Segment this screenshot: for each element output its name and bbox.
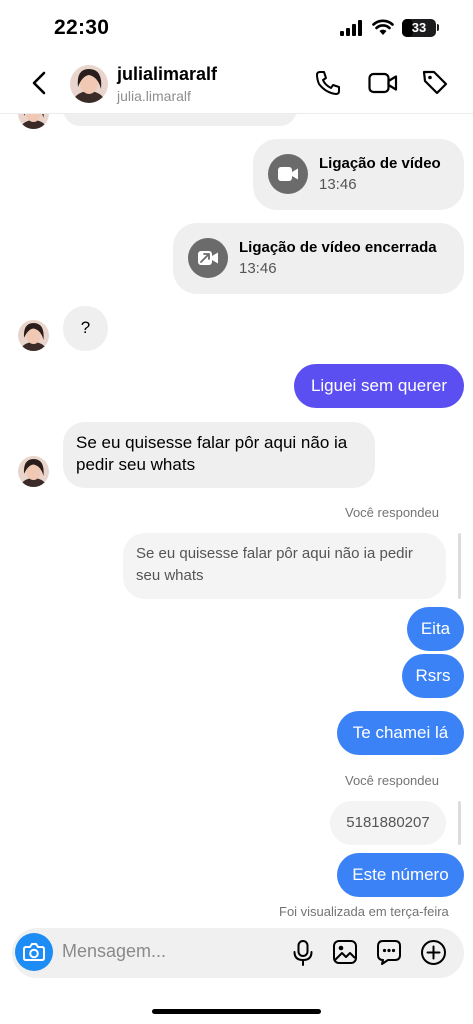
wifi-icon bbox=[372, 19, 394, 35]
contact-name[interactable]: julialimaralf bbox=[117, 64, 217, 85]
message-bubble-sent[interactable]: Eita bbox=[407, 607, 464, 651]
reply-quote[interactable]: 5181880207 bbox=[330, 801, 446, 845]
seen-status: Foi visualizada em terça-feira bbox=[279, 904, 449, 919]
video-camera-icon[interactable] bbox=[368, 70, 398, 96]
replied-label: Você respondeu bbox=[345, 505, 439, 520]
reply-quote-line: seu whats bbox=[136, 567, 204, 584]
message-text-line: pedir seu whats bbox=[76, 455, 196, 474]
message-text: ? bbox=[80, 318, 91, 337]
back-icon[interactable] bbox=[28, 68, 52, 98]
message-text: Eita bbox=[420, 619, 451, 638]
gallery-icon[interactable] bbox=[332, 939, 358, 965]
reply-quote[interactable]: Se eu quisesse falar pôr aqui não ia ped… bbox=[123, 533, 446, 599]
avatar[interactable] bbox=[70, 65, 108, 103]
home-indicator bbox=[152, 1009, 321, 1014]
message-bubble-sent[interactable]: Este número bbox=[337, 853, 464, 897]
reply-quote-line: 5181880207 bbox=[346, 814, 430, 831]
message-bubble-sent[interactable]: Rsrs bbox=[402, 654, 464, 698]
video-call-ended-card[interactable]: Ligação de vídeo encerrada 13:46 bbox=[173, 223, 464, 294]
phone-icon[interactable] bbox=[314, 69, 342, 97]
video-call-card[interactable]: Ligação de vídeo 13:46 bbox=[253, 139, 464, 210]
message-bubble-sent[interactable]: Te chamei lá bbox=[337, 711, 464, 755]
reply-bar bbox=[458, 533, 461, 599]
video-call-ended-icon bbox=[188, 238, 228, 278]
message-text: Te chamei lá bbox=[352, 723, 449, 742]
tag-icon[interactable] bbox=[421, 68, 449, 96]
avatar[interactable] bbox=[18, 320, 49, 351]
message-bubble[interactable]: ? bbox=[63, 306, 108, 351]
plus-icon[interactable] bbox=[420, 939, 447, 966]
reply-quote-line: Se eu quisesse falar pôr aqui não ia ped… bbox=[136, 545, 413, 562]
chat-header: julialimaralf julia.limaralf bbox=[0, 54, 473, 114]
message-text-line: Se eu quisesse falar pôr aqui não ia bbox=[76, 433, 348, 452]
contact-username[interactable]: julia.limaralf bbox=[117, 88, 191, 104]
status-time: 22:30 bbox=[54, 16, 110, 39]
message-composer: Mensagem... bbox=[12, 928, 464, 978]
reply-bar bbox=[458, 801, 461, 845]
message-bubble[interactable]: Se eu quisesse falar pôr aqui não ia ped… bbox=[63, 422, 375, 488]
message-text: Liguei sem querer bbox=[310, 376, 448, 395]
avatar[interactable] bbox=[18, 456, 49, 487]
call-title: Ligação de vídeo bbox=[319, 155, 441, 172]
message-text: Este número bbox=[352, 865, 449, 884]
replied-label: Você respondeu bbox=[345, 773, 439, 788]
camera-icon[interactable] bbox=[15, 933, 53, 971]
video-call-icon bbox=[268, 154, 308, 194]
signal-icon bbox=[340, 20, 362, 36]
message-input[interactable]: Mensagem... bbox=[62, 941, 166, 962]
sticker-icon[interactable] bbox=[376, 939, 402, 965]
call-title: Ligação de vídeo encerrada bbox=[239, 239, 437, 256]
battery-icon: 33 bbox=[402, 19, 436, 37]
microphone-icon[interactable] bbox=[290, 939, 316, 967]
call-time: 13:46 bbox=[239, 260, 277, 277]
battery-percent: 33 bbox=[411, 20, 427, 35]
message-bubble-sent[interactable]: Liguei sem querer bbox=[294, 364, 464, 408]
status-bar: 22:30 33 bbox=[0, 0, 473, 54]
message-text: Rsrs bbox=[415, 666, 451, 685]
call-time: 13:46 bbox=[319, 176, 357, 193]
battery-cap bbox=[437, 24, 439, 31]
